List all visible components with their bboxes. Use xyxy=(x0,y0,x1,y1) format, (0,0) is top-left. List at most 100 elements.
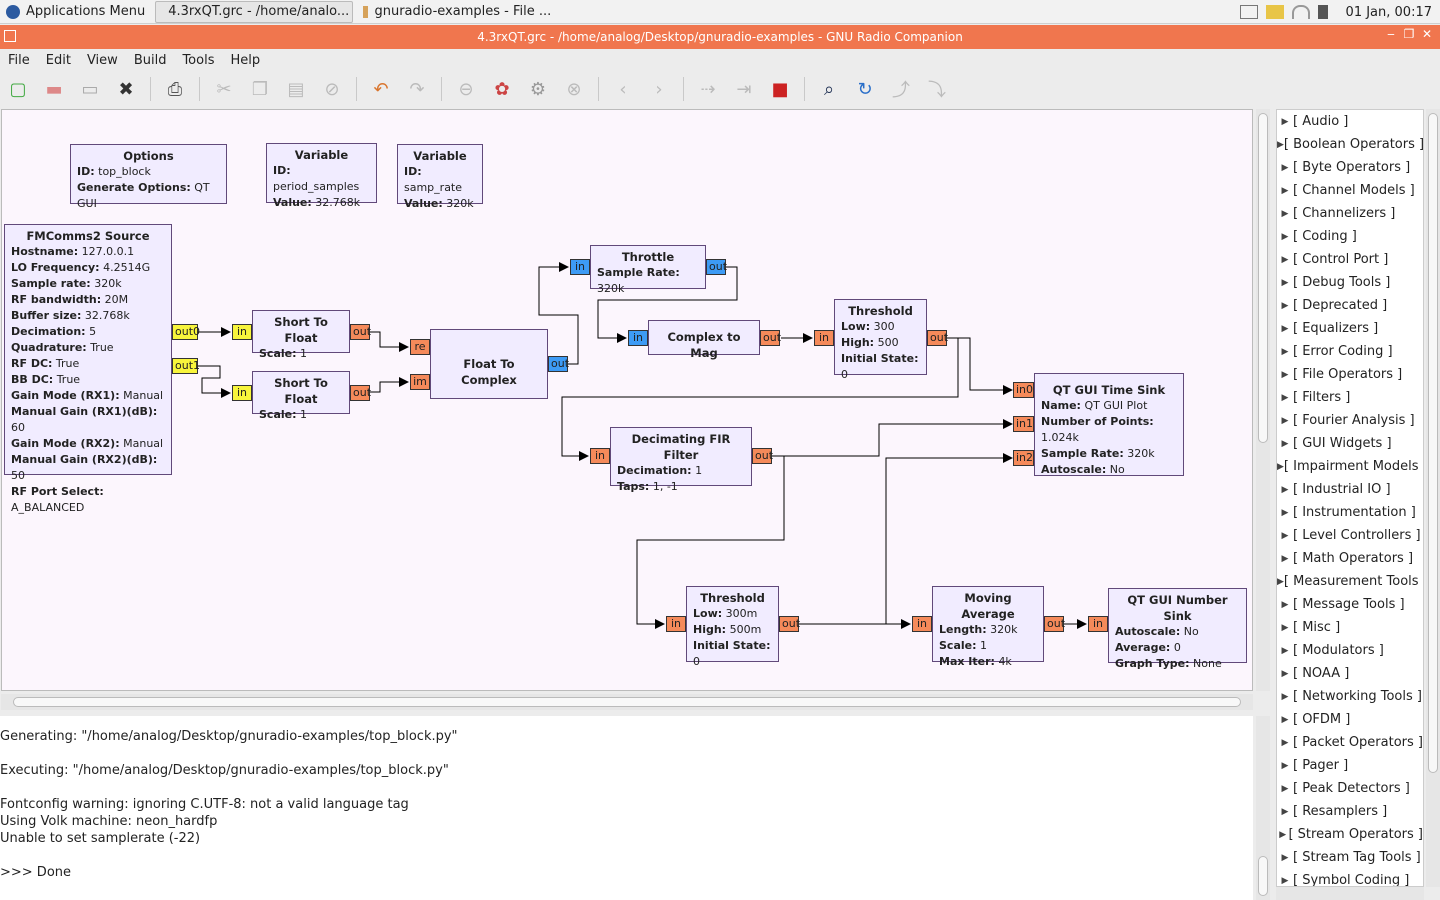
keyboard-icon[interactable] xyxy=(1239,5,1258,19)
expander-icon[interactable]: ▶ xyxy=(1277,278,1293,288)
clock[interactable]: 01 Jan, 00:17 xyxy=(1346,5,1432,20)
enable-icon[interactable]: ⇥ xyxy=(730,75,758,103)
expander-icon[interactable]: ▶ xyxy=(1277,577,1284,587)
library-category[interactable]: ▶[ Stream Operators ] xyxy=(1277,823,1423,846)
wifi-icon[interactable] xyxy=(1291,5,1310,19)
undo-icon[interactable]: ↶ xyxy=(367,75,395,103)
window-titlebar[interactable]: 4.3rxQT.grc - /home/analog/Desktop/gnura… xyxy=(0,25,1440,49)
expander-icon[interactable]: ▶ xyxy=(1277,761,1293,771)
scroll-thumb[interactable] xyxy=(1258,113,1268,443)
block-decimating-fir-filter[interactable]: Decimating FIR Filter Decimation: 1 Taps… xyxy=(610,427,752,493)
scroll-thumb[interactable] xyxy=(1258,856,1268,896)
library-category[interactable]: ▶[ Deprecated ] xyxy=(1277,294,1423,317)
expander-icon[interactable]: ▶ xyxy=(1277,508,1293,518)
expander-icon[interactable]: ▶ xyxy=(1277,669,1293,679)
library-category[interactable]: ▶[ Impairment Models ] xyxy=(1277,455,1423,478)
expander-icon[interactable]: ▶ xyxy=(1277,738,1293,748)
port-in[interactable]: in xyxy=(232,385,252,401)
port-out[interactable]: out xyxy=(752,448,773,464)
menu-tools[interactable]: Tools xyxy=(174,53,222,68)
block-variable-period-samples[interactable]: Variable ID: period_samples Value: 32.76… xyxy=(266,143,377,209)
expander-icon[interactable]: ▶ xyxy=(1277,370,1293,380)
expander-icon[interactable]: ▶ xyxy=(1277,853,1293,863)
expander-icon[interactable]: ▶ xyxy=(1277,347,1293,357)
expander-icon[interactable]: ▶ xyxy=(1277,876,1293,886)
move-down-icon[interactable]: ⤵ xyxy=(923,75,951,103)
library-category[interactable]: ▶[ Networking Tools ] xyxy=(1277,685,1423,708)
library-category[interactable]: ▶[ Equalizers ] xyxy=(1277,317,1423,340)
port-re[interactable]: re xyxy=(410,339,430,355)
errors-icon[interactable]: ✿ xyxy=(488,75,516,103)
expander-icon[interactable]: ▶ xyxy=(1277,715,1293,725)
reload-icon[interactable]: ↻ xyxy=(851,75,879,103)
expander-icon[interactable]: ▶ xyxy=(1277,232,1293,242)
copy-icon[interactable]: ❐ xyxy=(246,75,274,103)
block-throttle[interactable]: Throttle Sample Rate: 320k xyxy=(590,245,706,295)
library-category[interactable]: ▶[ Packet Operators ] xyxy=(1277,731,1423,754)
port-in[interactable]: in xyxy=(590,448,610,464)
open-icon[interactable]: ▬ xyxy=(40,75,68,103)
expander-icon[interactable]: ▶ xyxy=(1277,531,1293,541)
expander-icon[interactable]: ▶ xyxy=(1277,393,1293,403)
library-category[interactable]: ▶[ Industrial IO ] xyxy=(1277,478,1423,501)
block-qt-gui-time-sink[interactable]: QT GUI Time Sink Name: QT GUI Plot Numbe… xyxy=(1034,373,1184,476)
canvas-horizontal-scrollbar[interactable] xyxy=(1,694,1253,710)
expander-icon[interactable]: ▶ xyxy=(1277,416,1293,426)
library-horizontal-scrollbar[interactable] xyxy=(1276,887,1424,900)
disable-icon[interactable]: ⊖ xyxy=(452,75,480,103)
port-in2[interactable]: in2 xyxy=(1013,450,1034,466)
library-category[interactable]: ▶[ OFDM ] xyxy=(1277,708,1423,731)
expander-icon[interactable]: ▶ xyxy=(1277,301,1293,311)
expander-icon[interactable]: ▶ xyxy=(1277,439,1293,449)
block-threshold-1[interactable]: Threshold Low: 300 High: 500 Initial Sta… xyxy=(834,299,927,381)
library-category[interactable]: ▶[ Resamplers ] xyxy=(1277,800,1423,823)
port-in1[interactable]: in1 xyxy=(1013,416,1034,432)
library-category[interactable]: ▶[ Channelizers ] xyxy=(1277,202,1423,225)
redo-icon[interactable]: ↷ xyxy=(403,75,431,103)
kill-icon[interactable]: ■ xyxy=(766,75,794,103)
library-category[interactable]: ▶[ Audio ] xyxy=(1277,110,1423,133)
move-up-icon[interactable]: ⤴ xyxy=(887,75,915,103)
print-icon[interactable]: ⎙ xyxy=(161,75,189,103)
port-out[interactable]: out xyxy=(760,330,781,346)
library-category[interactable]: ▶[ Measurement Tools ] xyxy=(1277,570,1423,593)
expander-icon[interactable]: ▶ xyxy=(1277,209,1293,219)
expander-icon[interactable]: ▶ xyxy=(1277,324,1293,334)
mail-icon[interactable] xyxy=(1265,5,1284,19)
library-category[interactable]: ▶[ Control Port ] xyxy=(1277,248,1423,271)
expander-icon[interactable]: ▶ xyxy=(1277,623,1293,633)
expander-icon[interactable]: ▶ xyxy=(1277,600,1293,610)
port-out[interactable]: out xyxy=(779,616,800,632)
port-in0[interactable]: in0 xyxy=(1013,382,1034,398)
find-icon[interactable]: ⌕ xyxy=(815,75,843,103)
block-options[interactable]: Options ID: top_block Generate Options: … xyxy=(70,144,227,210)
library-category[interactable]: ▶[ Peak Detectors ] xyxy=(1277,777,1423,800)
console-scrollbar[interactable] xyxy=(1256,716,1270,900)
library-scrollbar[interactable] xyxy=(1426,109,1440,887)
block-short-to-float-1[interactable]: Short To Float Scale: 1 xyxy=(252,310,350,360)
delete-icon[interactable]: ⊘ xyxy=(318,75,346,103)
library-category[interactable]: ▶[ GUI Widgets ] xyxy=(1277,432,1423,455)
volume-icon[interactable] xyxy=(1317,5,1328,19)
library-category[interactable]: ▶[ Math Operators ] xyxy=(1277,547,1423,570)
library-category[interactable]: ▶[ Pager ] xyxy=(1277,754,1423,777)
expander-icon[interactable]: ▶ xyxy=(1277,807,1293,817)
library-category[interactable]: ▶[ Error Coding ] xyxy=(1277,340,1423,363)
task-grc[interactable]: 4.3rxQT.grc - /home/analo... xyxy=(155,0,354,23)
task-files[interactable]: gnuradio-examples - File ... xyxy=(357,1,557,23)
library-category[interactable]: ▶[ Level Controllers ] xyxy=(1277,524,1423,547)
port-in[interactable]: in xyxy=(232,324,252,340)
expander-icon[interactable]: ▶ xyxy=(1277,830,1288,840)
menu-help[interactable]: Help xyxy=(222,53,268,68)
port-out[interactable]: out xyxy=(706,259,727,275)
applications-menu[interactable]: Applications Menu xyxy=(0,1,151,23)
rotate-right-icon[interactable]: › xyxy=(645,75,673,103)
expander-icon[interactable]: ▶ xyxy=(1277,784,1293,794)
minimize-icon[interactable]: ‒ xyxy=(1382,27,1400,41)
block-complex-to-mag[interactable]: Complex to Mag xyxy=(648,320,760,360)
port-out[interactable]: out xyxy=(350,385,371,401)
canvas-vertical-scrollbar[interactable] xyxy=(1256,109,1270,691)
expander-icon[interactable]: ▶ xyxy=(1277,462,1284,472)
library-category[interactable]: ▶[ Fourier Analysis ] xyxy=(1277,409,1423,432)
block-short-to-float-2[interactable]: Short To Float Scale: 1 xyxy=(252,371,350,421)
